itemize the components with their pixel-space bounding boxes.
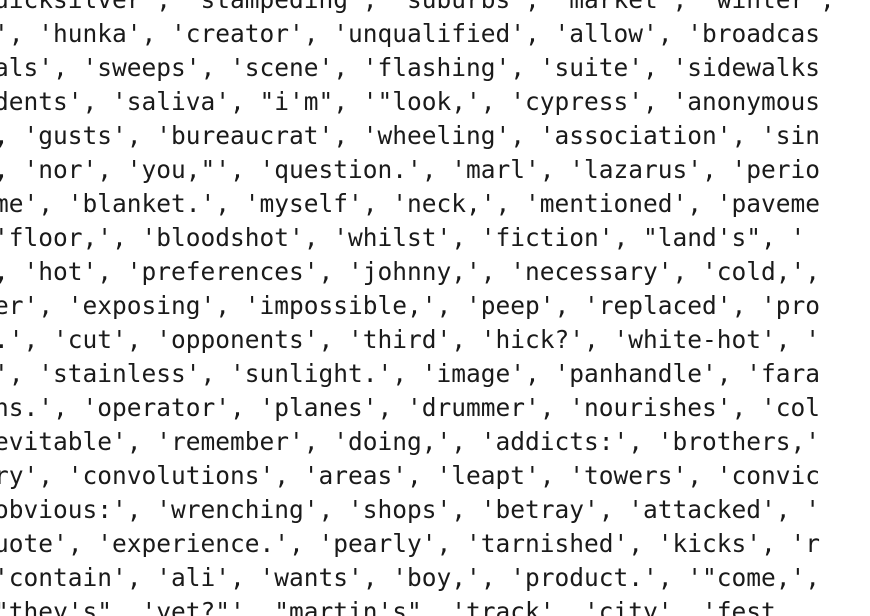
- word-list-line: , 'gusts', 'bureaucrat', 'wheeling', 'as…: [0, 121, 821, 150]
- word-list-output: uicksilver', 'stampeding', 'suburbs', 'm…: [0, 0, 835, 616]
- word-list-line: "they's", 'yet?"', "martin's", 'track', …: [0, 597, 776, 616]
- word-list-line: 'contain', 'ali', 'wants', 'boy,', 'prod…: [0, 563, 821, 592]
- word-list-line: als', 'sweeps', 'scene', 'flashing', 'su…: [0, 53, 821, 82]
- word-list-line: .', 'cut', 'opponents', 'third', 'hick?'…: [0, 325, 821, 354]
- word-list-line: er', 'exposing', 'impossible,', 'peep', …: [0, 291, 821, 320]
- word-list-line: uicksilver', 'stampeding', 'suburbs', 'm…: [0, 0, 835, 17]
- word-list-line: dents', 'saliva', "i'm", '"look,', 'cypr…: [0, 87, 821, 116]
- word-list-line: obvious:', 'wrenching', 'shops', 'betray…: [0, 495, 821, 524]
- word-list-line: me', 'blanket.', 'myself', 'neck,', 'men…: [0, 189, 821, 218]
- word-list-line: ns.', 'operator', 'planes', 'drummer', '…: [0, 393, 821, 422]
- word-list-line: uote', 'experience.', 'pearly', 'tarnish…: [0, 529, 821, 558]
- word-list-line: , 'hot', 'preferences', 'johnny,', 'nece…: [0, 257, 821, 286]
- word-list-line: ', 'stainless', 'sunlight.', 'image', 'p…: [0, 359, 821, 388]
- word-list-line: ', 'hunka', 'creator', 'unqualified', 'a…: [0, 19, 821, 48]
- word-list-line: ry', 'convolutions', 'areas', 'leapt', '…: [0, 461, 821, 490]
- word-list-line: , 'nor', 'you,"', 'question.', 'marl', '…: [0, 155, 821, 184]
- word-list-line: 'floor,', 'bloodshot', 'whilst', 'fictio…: [0, 223, 806, 252]
- word-list-line: evitable', 'remember', 'doing,', 'addict…: [0, 427, 821, 456]
- text-output-viewport: uicksilver', 'stampeding', 'suburbs', 'm…: [0, 0, 870, 616]
